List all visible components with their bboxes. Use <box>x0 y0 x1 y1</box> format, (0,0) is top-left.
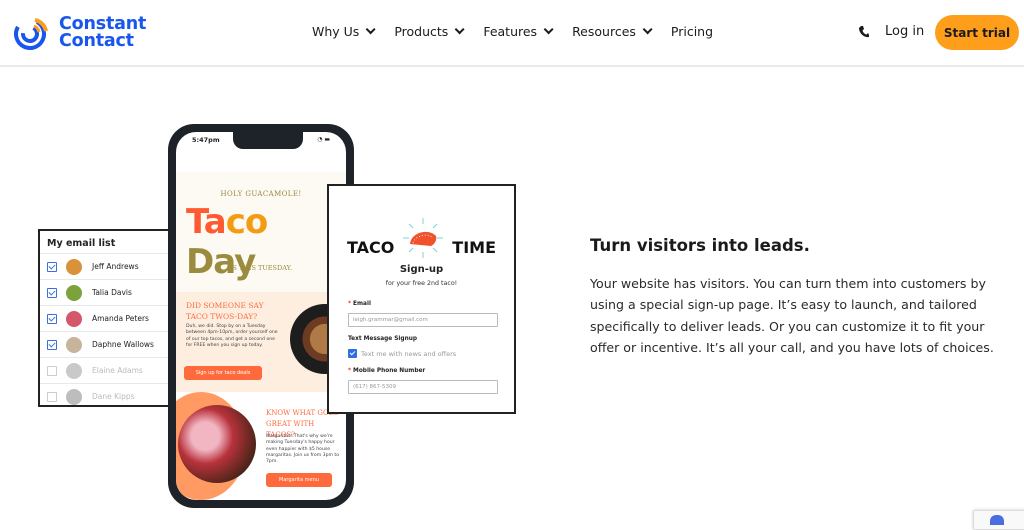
promo-text: Duh, we did. Stop by on a Tuesday betwee… <box>186 324 278 348</box>
list-item[interactable]: Amanda Peters <box>40 305 168 331</box>
contact-name: Jeff Andrews <box>92 262 139 271</box>
nav-pricing[interactable]: Pricing <box>671 24 713 39</box>
signup-subtitle: for your free 2nd taco! <box>385 280 458 287</box>
avatar <box>66 336 82 353</box>
contact-name: Daphne Wallows <box>92 340 154 349</box>
phone-notch <box>233 132 303 149</box>
email-list-card: My email list Jeff Andrews Talia Davis A… <box>38 229 170 407</box>
promo-text: Margaritas! That's why we're making Tues… <box>266 434 340 465</box>
nav-label: Features <box>483 24 538 39</box>
nav-resources[interactable]: Resources <box>572 24 653 39</box>
nav-label: Pricing <box>670 24 714 39</box>
sms-checkbox-label: Text me with news and offers <box>361 349 457 358</box>
email-list-title: My email list <box>47 238 116 249</box>
avatar <box>66 388 82 405</box>
promo-heading: DID SOMEONE SAY TACO TWOS-DAY? <box>186 301 264 321</box>
checkbox-checked[interactable] <box>47 313 57 324</box>
logo-icon <box>14 18 48 50</box>
login-link[interactable]: Log in <box>885 24 924 39</box>
phone-icon[interactable] <box>858 25 870 39</box>
phone-screen: 5:47pm ◔ ▬ HOLY GUACAMOLE! Taco Day IS T… <box>176 132 346 500</box>
logo-line-2: Contact <box>59 31 134 51</box>
contact-name: Talia Davis <box>92 288 132 297</box>
avatar <box>66 362 82 379</box>
label-text: Email <box>353 301 371 307</box>
section-body: Your website has visitors. You can turn … <box>590 276 994 356</box>
nav-label: Resources <box>572 24 636 39</box>
required-asterisk: * <box>348 368 352 374</box>
sms-checkbox-row[interactable]: Text me with news and offers <box>348 349 456 358</box>
start-trial-button[interactable]: Start trial <box>935 15 1019 50</box>
margarita-menu-button[interactable]: Margarita menu <box>266 473 332 487</box>
wifi-battery-icon: ◔ ▬ <box>317 136 330 143</box>
chevron-down-icon <box>642 24 653 35</box>
nav-features[interactable]: Features <box>483 24 554 39</box>
checkbox-unchecked[interactable] <box>47 391 57 402</box>
recaptcha-badge[interactable] <box>973 510 1024 530</box>
main-nav: Why Us Products Features Resources Prici… <box>312 24 735 39</box>
list-item[interactable]: Jeff Andrews <box>40 253 168 279</box>
chevron-down-icon <box>454 24 465 35</box>
list-item[interactable]: Elaine Adams <box>40 357 168 383</box>
chevron-down-icon <box>543 24 554 35</box>
avatar <box>66 258 82 275</box>
hero-title-part: co <box>225 202 269 242</box>
contact-name: Dane Kipps <box>92 392 135 401</box>
nav-why-us[interactable]: Why Us <box>312 24 376 39</box>
constant-contact-logo[interactable]: Constant Contact <box>13 14 146 52</box>
hero-title-part: Ta <box>186 202 227 242</box>
chevron-down-icon <box>365 24 376 35</box>
mobile-phone-field[interactable]: (617) 867-5309 <box>348 380 498 394</box>
margarita-image <box>178 405 256 483</box>
nav-label: Why Us <box>312 24 360 39</box>
nav-products[interactable]: Products <box>394 24 465 39</box>
status-time: 5:47pm <box>192 136 220 144</box>
heading-word: TACO <box>347 238 395 257</box>
checkbox-checked[interactable] <box>47 339 57 350</box>
hero-subtitle: IS THIS TUESDAY. <box>229 264 293 272</box>
email-label: * Email <box>348 301 371 307</box>
avatar <box>66 310 82 327</box>
checkbox-checked[interactable] <box>47 287 57 298</box>
avatar <box>66 284 82 301</box>
taco-deals-button[interactable]: Sign up for taco deals <box>184 366 262 380</box>
contact-name: Elaine Adams <box>92 366 143 375</box>
checkbox-unchecked[interactable] <box>47 365 57 376</box>
section-headline: Turn visitors into leads. <box>590 236 810 255</box>
nav-label: Products <box>394 24 449 39</box>
logo-wordmark: Constant Contact <box>59 15 146 51</box>
contact-name: Amanda Peters <box>92 314 149 323</box>
email-field[interactable]: leigh.grammar@gmail.com <box>348 313 498 327</box>
hero-title-part: Day <box>186 242 256 282</box>
sms-signup-label: Text Message Signup <box>348 336 417 342</box>
email-hero: HOLY GUACAMOLE! Taco Day IS THIS TUESDAY… <box>176 172 346 292</box>
label-text: Mobile Phone Number <box>353 368 426 374</box>
signup-form-card: TACO TIME Sign-up for your free 2nd taco… <box>327 184 516 414</box>
signup-title: Sign-up <box>399 264 444 275</box>
site-header: Constant Contact Why Us Products Feature… <box>0 0 1024 67</box>
sms-checkbox[interactable] <box>348 349 357 358</box>
hero-kicker: HOLY GUACAMOLE! <box>220 190 302 198</box>
mobile-phone-label: * Mobile Phone Number <box>348 368 425 374</box>
taco-time-heading: TACO TIME <box>329 238 514 257</box>
heading-word: TIME <box>452 238 496 257</box>
checkbox-checked[interactable] <box>47 261 57 272</box>
list-item[interactable]: Talia Davis <box>40 279 168 305</box>
required-asterisk: * <box>348 301 352 307</box>
list-item[interactable]: Dane Kipps <box>40 383 168 409</box>
list-item[interactable]: Daphne Wallows <box>40 331 168 357</box>
